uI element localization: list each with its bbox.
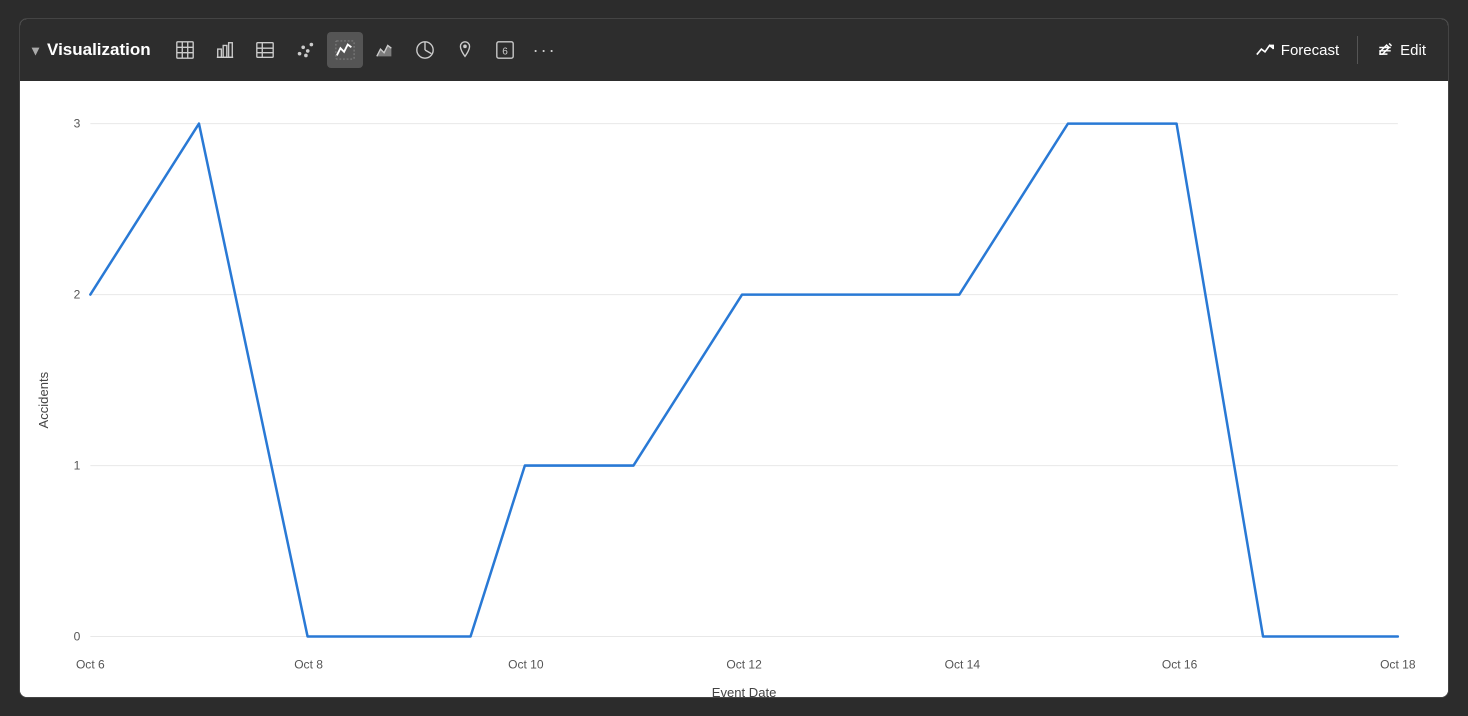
pie-chart-icon (415, 40, 435, 60)
x-tick-oct8: Oct 8 (294, 658, 323, 672)
more-options-button[interactable]: ··· (527, 32, 563, 68)
y-tick-2: 2 (74, 288, 81, 302)
svg-text:6: 6 (502, 47, 508, 58)
list-icon (255, 40, 275, 60)
panel-title: ▾ Visualization (32, 40, 151, 60)
edit-button[interactable]: Edit (1366, 35, 1436, 65)
edit-label: Edit (1400, 42, 1426, 59)
data-polyline (90, 124, 1397, 637)
y-tick-1: 1 (74, 459, 81, 473)
pie-chart-button[interactable] (407, 32, 443, 68)
x-tick-oct16: Oct 16 (1162, 658, 1198, 672)
badge-icon: 6 (495, 40, 515, 60)
bar-chart-icon (215, 40, 235, 60)
table-icon (175, 40, 195, 60)
panel-title-text: Visualization (47, 40, 151, 60)
x-tick-oct12: Oct 12 (726, 658, 762, 672)
x-axis-label: Event Date (712, 685, 777, 698)
map-button[interactable] (447, 32, 483, 68)
line-chart-icon (335, 40, 355, 60)
scatter-chart-button[interactable] (287, 32, 323, 68)
line-chart-button[interactable] (327, 32, 363, 68)
x-tick-oct10: Oct 10 (508, 658, 544, 672)
chart-area: Accidents 3 2 1 0 Oct 6 Oct 8 Oct 10 (20, 81, 1448, 698)
badge-button[interactable]: 6 (487, 32, 523, 68)
ellipsis-icon: ··· (533, 40, 557, 61)
area-chart-button[interactable] (367, 32, 403, 68)
toolbar-divider (1357, 36, 1358, 64)
x-tick-oct6: Oct 6 (76, 658, 105, 672)
forecast-button[interactable]: Forecast (1245, 34, 1349, 66)
map-pin-icon (455, 40, 475, 60)
y-axis-label: Accidents (36, 371, 51, 428)
y-tick-3: 3 (74, 117, 81, 131)
visualization-panel: ▾ Visualization (19, 18, 1449, 698)
table-view-button[interactable] (167, 32, 203, 68)
y-tick-0: 0 (74, 630, 81, 644)
scatter-icon (295, 40, 315, 60)
area-chart-icon (375, 40, 395, 60)
bar-chart-button[interactable] (207, 32, 243, 68)
chevron-icon: ▾ (32, 42, 39, 59)
toolbar: ▾ Visualization (20, 19, 1448, 81)
edit-icon (1376, 41, 1394, 59)
forecast-icon (1255, 40, 1275, 60)
line-chart: Accidents 3 2 1 0 Oct 6 Oct 8 Oct 10 (30, 101, 1428, 698)
x-tick-oct18: Oct 18 (1380, 658, 1416, 672)
forecast-label: Forecast (1281, 42, 1339, 59)
x-tick-oct14: Oct 14 (945, 658, 981, 672)
list-view-button[interactable] (247, 32, 283, 68)
